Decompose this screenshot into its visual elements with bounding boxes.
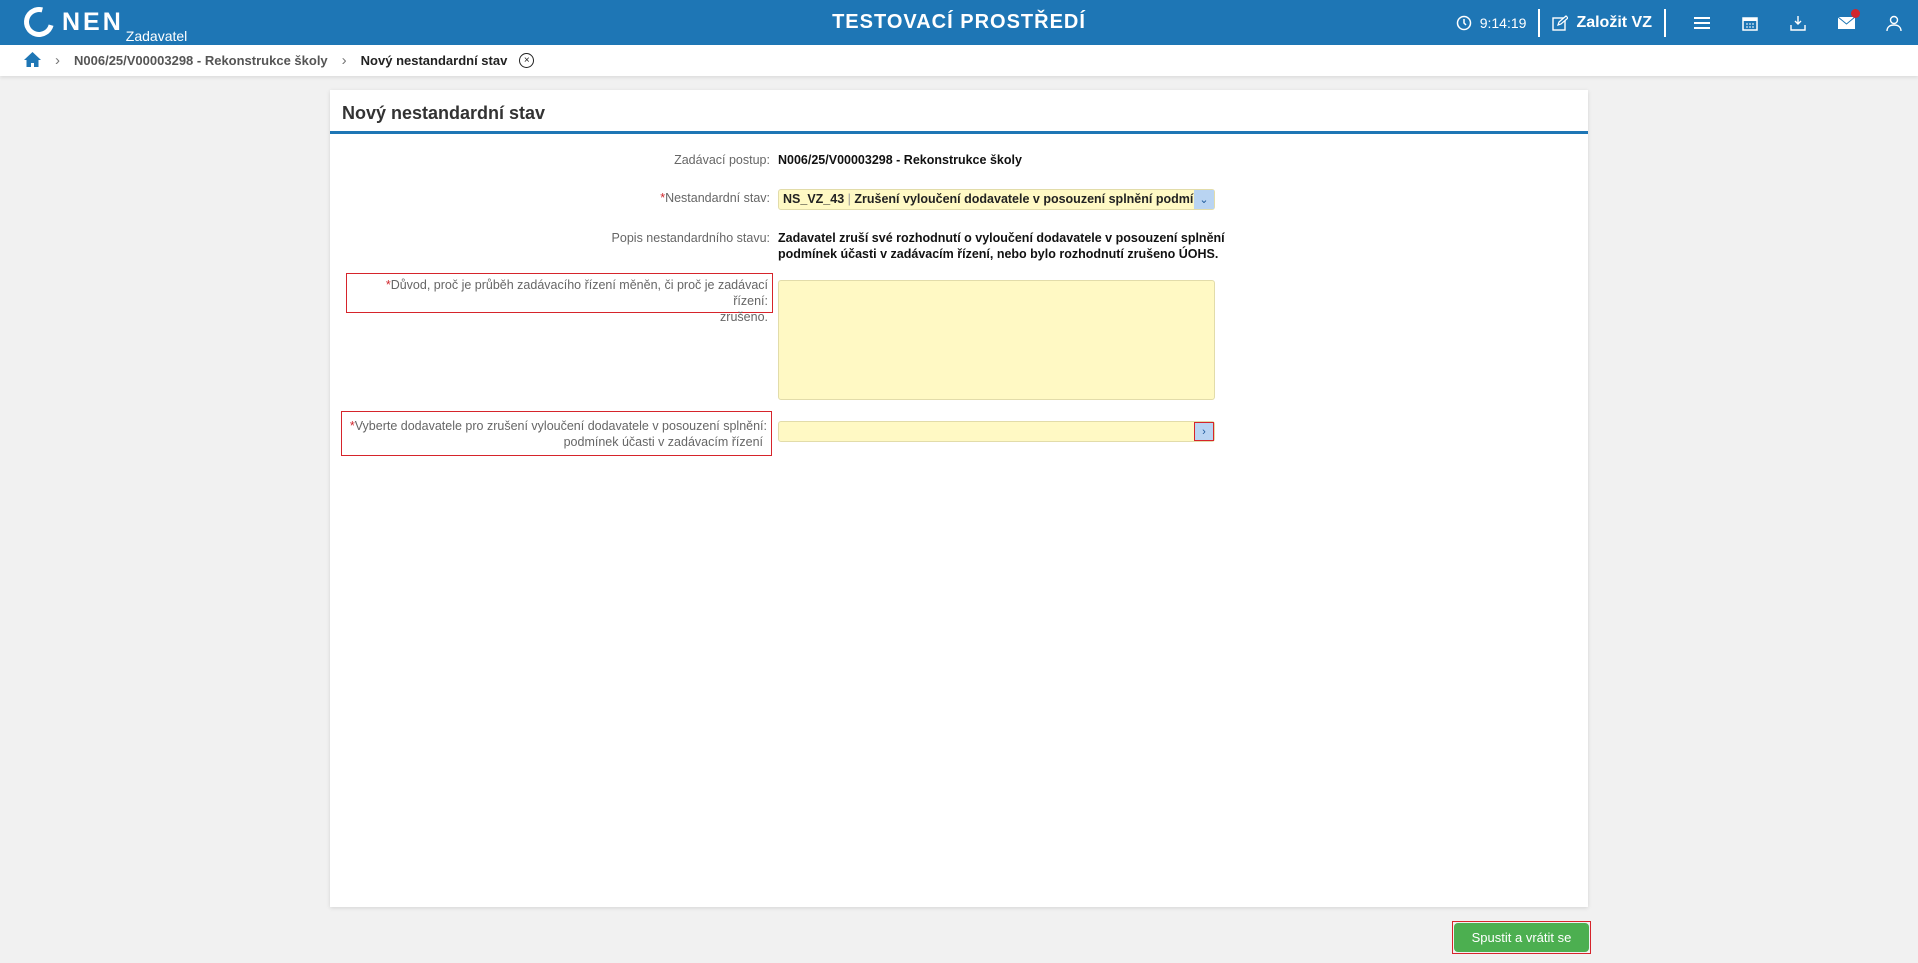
reason-label: *Důvod, proč je průběh zadávacího řízení… [346, 273, 773, 324]
state-code: NS_VZ_43 [783, 192, 845, 206]
messages-button[interactable] [1822, 0, 1870, 45]
menu-button[interactable] [1678, 0, 1726, 45]
chevron-down-icon[interactable]: ⌄ [1194, 190, 1214, 209]
logo-ring-icon [18, 1, 60, 43]
run-and-return-button[interactable]: Spustit a vrátit se [1452, 921, 1591, 954]
procedure-value: N006/25/V00003298 - Rekonstrukce školy [778, 153, 1022, 167]
nen-logo[interactable]: NEN Zadavatel [18, 1, 188, 44]
form-card: Nový nestandardní stav Zadávací postup: … [330, 90, 1588, 907]
notification-badge [1851, 9, 1860, 18]
download-icon [1790, 15, 1806, 31]
edit-icon [1552, 14, 1569, 31]
procedure-label: Zadávací postup: [674, 153, 770, 167]
top-header: NEN Zadavatel TESTOVACÍ PROSTŘEDÍ 9:14:1… [0, 0, 1918, 45]
state-label: *Nestandardní stav: [660, 191, 770, 205]
logo-text: NEN [62, 8, 124, 36]
supplier-picker[interactable]: › [778, 421, 1215, 442]
chevron-right-icon[interactable]: › [1194, 422, 1214, 441]
user-icon [1886, 15, 1902, 31]
user-button[interactable] [1870, 0, 1918, 45]
chevron-right-icon: › [55, 52, 60, 69]
calendar-icon [1742, 16, 1758, 31]
close-tab-icon[interactable]: × [519, 53, 535, 68]
home-icon[interactable] [24, 51, 41, 70]
divider [1664, 8, 1666, 37]
clock-icon [1456, 15, 1471, 30]
create-vz-button[interactable]: Založit VZ [1552, 14, 1652, 32]
time-value: 9:14:19 [1479, 14, 1527, 31]
supplier-label: *Vyberte dodavatele pro zrušení vyloučen… [341, 411, 772, 456]
download-button[interactable] [1774, 0, 1822, 45]
page-title: Nový nestandardní stav [342, 103, 546, 123]
run-and-return-label: Spustit a vrátit se [1454, 923, 1589, 952]
breadcrumb: › N006/25/V00003298 - Rekonstrukce školy… [0, 45, 1918, 76]
description-label: Popis nestandardního stavu: [611, 231, 770, 245]
calendar-button[interactable] [1726, 0, 1774, 45]
title-underline [330, 131, 1588, 134]
state-select[interactable]: NS_VZ_43 | Zrušení vyloučení dodavatele … [778, 189, 1215, 210]
reason-textarea[interactable] [778, 280, 1215, 400]
breadcrumb-current: Nový nestandardní stav [360, 53, 508, 68]
mail-icon [1837, 16, 1855, 29]
description-value: Zadavatel zruší své rozhodnutí o vylouče… [778, 231, 1225, 261]
logo-subtitle: Zadavatel [125, 28, 188, 44]
state-value: Zrušení vyloučení dodavatele v posouzení… [854, 192, 1194, 206]
chevron-right-icon: › [341, 52, 347, 69]
hamburger-icon [1694, 16, 1710, 29]
create-vz-label: Založit VZ [1576, 13, 1652, 31]
divider [1538, 8, 1541, 37]
session-timer: 9:14:19 [1456, 14, 1527, 31]
breadcrumb-procedure[interactable]: N006/25/V00003298 - Rekonstrukce školy [74, 53, 328, 68]
